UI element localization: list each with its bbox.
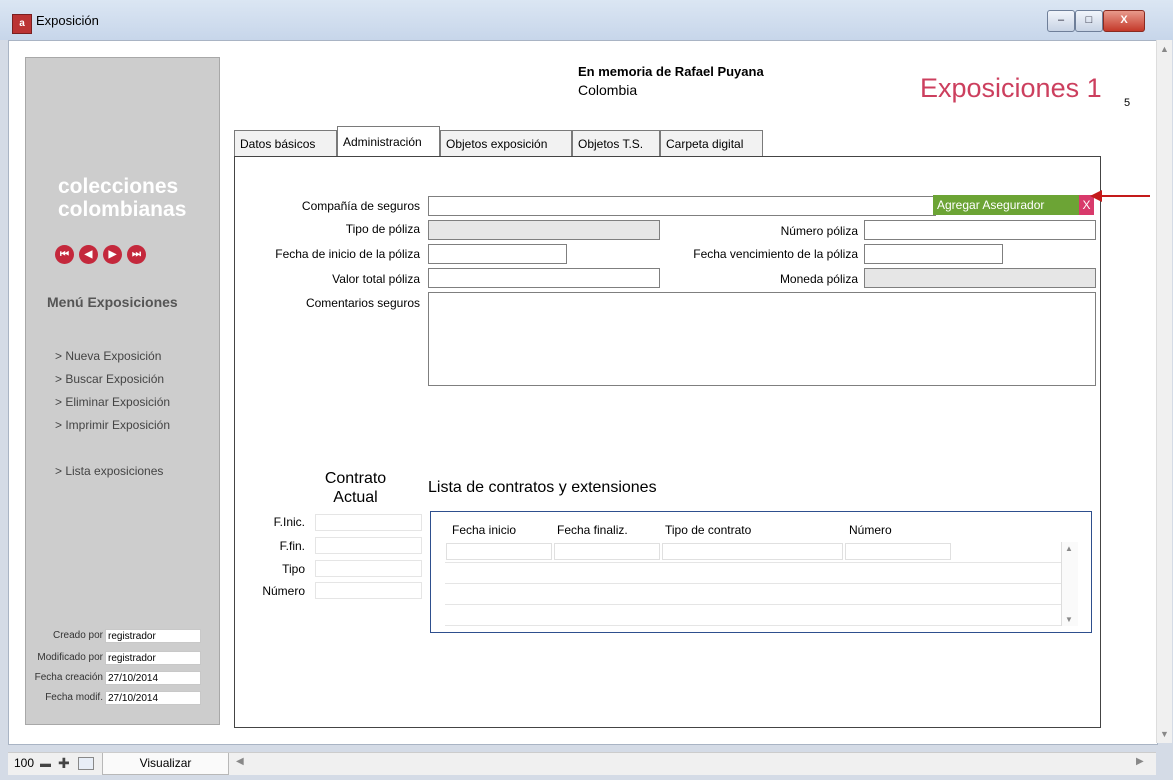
previous-record-icon[interactable]: ◀ <box>79 245 98 264</box>
scroll-left-icon[interactable]: ◀ <box>236 756 244 767</box>
fecha-inicio-label: Fecha de inicio de la póliza <box>275 247 420 261</box>
list-scroll-up-icon[interactable]: ▲ <box>1065 544 1073 553</box>
list-scroll-down-icon[interactable]: ▼ <box>1065 615 1073 624</box>
menu-item-nueva-exposicion[interactable]: > Nueva Exposición <box>55 349 161 363</box>
agregar-asegurador-button[interactable]: Agregar Asegurador <box>933 195 1079 215</box>
scroll-up-icon[interactable]: ▲ <box>1160 44 1169 54</box>
modified-date-label: Fecha modif. <box>45 692 103 703</box>
modified-by-label: Modificado por <box>37 652 103 663</box>
close-window-button[interactable]: X <box>1103 10 1145 32</box>
tipo-poliza-field[interactable] <box>428 220 660 240</box>
menu-item-lista-exposiciones[interactable]: > Lista exposiciones <box>55 464 163 478</box>
tab-administracion[interactable]: Administración <box>337 126 440 157</box>
page-title: Exposiciones 1 <box>920 73 1102 103</box>
table-row[interactable] <box>445 604 1062 605</box>
contrato-actual-title: Contrato Actual <box>324 470 387 506</box>
tab-datos-basicos[interactable]: Datos básicos <box>234 130 337 156</box>
window-title: Exposición <box>36 13 99 28</box>
tab-objetos-ts[interactable]: Objetos T.S. <box>572 130 660 156</box>
tab-carpeta-digital[interactable]: Carpeta digital <box>660 130 763 156</box>
list-scrollbar[interactable]: ▲ ▼ <box>1061 542 1078 626</box>
brand-logo-text: colecciones colombianas <box>58 175 187 221</box>
country-label: Colombia <box>578 82 638 98</box>
modified-by-value: registrador <box>105 651 201 665</box>
moneda-poliza-label: Moneda póliza <box>779 272 858 286</box>
contrato-finic-label: F.Inic. <box>273 515 305 529</box>
valor-total-label: Valor total póliza <box>332 272 420 286</box>
table-cell[interactable] <box>662 543 843 560</box>
creation-date-label: Fecha creación <box>34 672 103 683</box>
contrato-ffin-field[interactable] <box>315 537 422 554</box>
first-record-icon[interactable]: ⏮ <box>55 245 74 264</box>
table-row[interactable] <box>445 562 1062 563</box>
menu-item-buscar-exposicion[interactable]: > Buscar Exposición <box>55 372 164 386</box>
next-record-icon[interactable]: ▶ <box>103 245 122 264</box>
memoria-heading: En memoria de Rafael Puyana <box>578 64 764 79</box>
layout-view-icon[interactable] <box>78 757 94 770</box>
table-cell[interactable] <box>554 543 660 560</box>
lista-contratos-title: Lista de contratos y extensiones <box>428 479 657 496</box>
zoom-level[interactable]: 100 <box>14 756 34 770</box>
maximize-button[interactable]: □ <box>1075 10 1103 32</box>
modified-date-value: 27/10/2014 <box>105 691 201 705</box>
zoom-in-icon[interactable]: ✚ <box>58 755 70 772</box>
minimize-button[interactable]: ‒ <box>1047 10 1075 32</box>
column-fecha-inicio: Fecha inicio <box>452 523 517 537</box>
scroll-right-icon[interactable]: ▶ <box>1136 756 1144 767</box>
visualizar-tab[interactable]: Visualizar <box>102 753 229 775</box>
column-tipo-contrato: Tipo de contrato <box>665 523 752 537</box>
vertical-scrollbar[interactable]: ▲ ▼ <box>1156 40 1172 743</box>
created-by-value: registrador <box>105 629 201 643</box>
column-fecha-finaliz: Fecha finaliz. <box>557 523 628 537</box>
contrato-tipo-field[interactable] <box>315 560 422 577</box>
contrato-numero-label: Número <box>262 584 305 598</box>
creation-date-value: 27/10/2014 <box>105 671 201 685</box>
table-row[interactable] <box>445 625 1062 626</box>
sidebar-panel <box>25 57 220 725</box>
app-document-icon: a <box>12 14 32 34</box>
scroll-down-icon[interactable]: ▼ <box>1160 729 1169 739</box>
menu-item-imprimir-exposicion[interactable]: > Imprimir Exposición <box>55 418 170 432</box>
table-row[interactable] <box>445 583 1062 584</box>
numero-poliza-input[interactable] <box>864 220 1096 240</box>
annotation-arrow-line <box>1101 195 1150 197</box>
menu-title: Menú Exposiciones <box>47 294 178 310</box>
contrato-numero-field[interactable] <box>315 582 422 599</box>
comentarios-label: Comentarios seguros <box>305 296 420 310</box>
fecha-inicio-input[interactable] <box>428 244 567 264</box>
last-record-icon[interactable]: ⏭ <box>127 245 146 264</box>
comentarios-textarea[interactable] <box>428 292 1096 386</box>
lista-contratos-table <box>430 511 1092 633</box>
title-bar[interactable] <box>0 0 1173 40</box>
tab-objetos-exposicion[interactable]: Objetos exposición <box>440 130 572 156</box>
tab-panel-administracion <box>234 156 1101 728</box>
moneda-poliza-field[interactable] <box>864 268 1096 288</box>
compania-label: Compañía de seguros <box>301 199 420 213</box>
annotation-arrow-icon <box>1090 190 1102 202</box>
valor-total-input[interactable] <box>428 268 660 288</box>
contrato-tipo-label: Tipo <box>282 562 305 576</box>
contrato-finic-field[interactable] <box>315 514 422 531</box>
fecha-vencimiento-label: Fecha vencimiento de la póliza <box>693 247 858 261</box>
column-numero: Número <box>849 523 892 537</box>
tipo-poliza-label: Tipo de póliza <box>345 222 420 236</box>
record-number: 5 <box>1124 97 1131 109</box>
created-by-label: Creado por <box>52 630 103 641</box>
menu-item-eliminar-exposicion[interactable]: > Eliminar Exposición <box>55 395 170 409</box>
contrato-ffin-label: F.fin. <box>279 539 305 553</box>
fecha-vencimiento-input[interactable] <box>864 244 1003 264</box>
zoom-out-icon[interactable]: ▬ <box>40 758 51 770</box>
table-cell[interactable] <box>845 543 951 560</box>
table-cell[interactable] <box>446 543 552 560</box>
compania-input[interactable] <box>428 196 936 216</box>
numero-poliza-label: Número póliza <box>780 224 858 238</box>
